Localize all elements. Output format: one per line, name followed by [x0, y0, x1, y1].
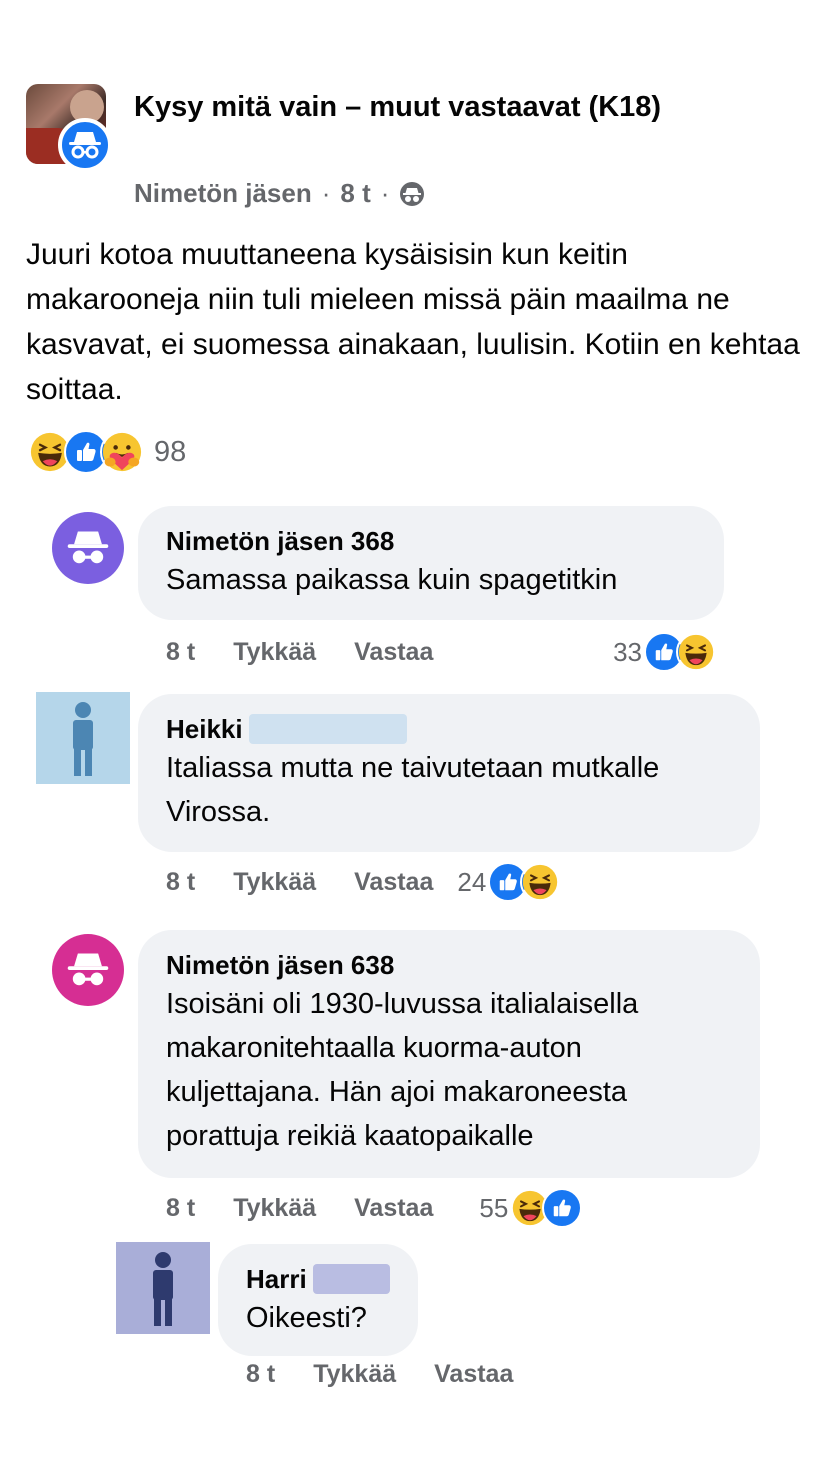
- reply-button[interactable]: Vastaa: [354, 868, 433, 897]
- post-meta: Nimetön jäsen · 8 t ·: [134, 178, 425, 209]
- comment-author[interactable]: Harri: [246, 1262, 390, 1296]
- comment-reactions[interactable]: 55: [479, 1188, 583, 1228]
- anonymous-avatar[interactable]: [52, 934, 124, 1006]
- like-icon: [542, 1188, 583, 1228]
- haha-icon: [676, 632, 716, 672]
- comment-time[interactable]: 8 t: [166, 868, 195, 897]
- comment-text: Isoisäni oli 1930-luvussa italialaisella…: [166, 988, 639, 1152]
- comment-text: Samassa paikassa kuin spagetitkin: [166, 564, 618, 596]
- comment-bubble: Nimetön jäsen 368 Samassa paikassa kuin …: [138, 506, 724, 620]
- comment-bubble: Harri Oikeesti?: [218, 1244, 418, 1356]
- post-time[interactable]: 8 t: [340, 178, 370, 209]
- comment-time[interactable]: 8 t: [166, 1194, 195, 1223]
- post-author[interactable]: Nimetön jäsen: [134, 178, 312, 209]
- comment-time[interactable]: 8 t: [166, 638, 195, 667]
- post-reactions[interactable]: 98: [28, 430, 186, 474]
- reaction-count: 33: [613, 636, 642, 667]
- anonymous-audience-icon: [399, 181, 425, 207]
- redacted-surname: [248, 714, 407, 744]
- user-avatar[interactable]: [116, 1242, 210, 1334]
- comment-actions: 8 t Tykkää Vastaa 24: [166, 862, 561, 902]
- user-avatar[interactable]: [36, 692, 130, 784]
- comment-reactions[interactable]: 24: [457, 862, 561, 902]
- comment-actions: 8 t Tykkää Vastaa 33: [166, 632, 726, 672]
- reaction-count: 24: [457, 866, 487, 897]
- care-icon: [100, 430, 144, 474]
- like-button[interactable]: Tykkää: [313, 1360, 396, 1389]
- like-button[interactable]: Tykkää: [233, 638, 316, 667]
- author-first-name[interactable]: Heikki: [166, 712, 243, 746]
- comment-author[interactable]: Nimetön jäsen 638: [166, 948, 732, 982]
- comment-author[interactable]: Heikki: [166, 712, 732, 746]
- separator: ·: [380, 178, 390, 208]
- post-text: Juuri kotoa muuttaneena kysäisisin kun k…: [26, 238, 800, 406]
- like-button[interactable]: Tykkää: [233, 1194, 316, 1223]
- comment-actions: 8 t Tykkää Vastaa: [246, 1360, 551, 1389]
- reply-button[interactable]: Vastaa: [354, 638, 433, 667]
- comment-text: Italiassa mutta ne taivutetaan mutkalle …: [166, 752, 660, 828]
- haha-icon: [520, 862, 561, 902]
- reaction-count: 55: [479, 1192, 509, 1223]
- like-button[interactable]: Tykkää: [233, 868, 316, 897]
- comment-text: Oikeesti?: [246, 1302, 367, 1334]
- comment-bubble: Nimetön jäsen 638 Isoisäni oli 1930-luvu…: [138, 930, 760, 1178]
- comment-time[interactable]: 8 t: [246, 1360, 275, 1389]
- redacted-surname: [312, 1264, 390, 1294]
- comment-reactions[interactable]: 33: [613, 632, 716, 672]
- reply-button[interactable]: Vastaa: [434, 1360, 513, 1389]
- reaction-count[interactable]: 98: [154, 436, 186, 469]
- comment-actions: 8 t Tykkää Vastaa 55: [166, 1188, 583, 1228]
- separator: ·: [321, 178, 331, 208]
- author-first-name[interactable]: Harri: [246, 1262, 307, 1296]
- anonymous-badge-icon: [58, 118, 112, 172]
- reply-button[interactable]: Vastaa: [354, 1194, 433, 1223]
- comment-bubble: Heikki Italiassa mutta ne taivutetaan mu…: [138, 694, 760, 852]
- anonymous-avatar[interactable]: [52, 512, 124, 584]
- group-name[interactable]: Kysy mitä vain – muut vastaavat (K18): [134, 86, 694, 128]
- comment-author[interactable]: Nimetön jäsen 368: [166, 524, 696, 558]
